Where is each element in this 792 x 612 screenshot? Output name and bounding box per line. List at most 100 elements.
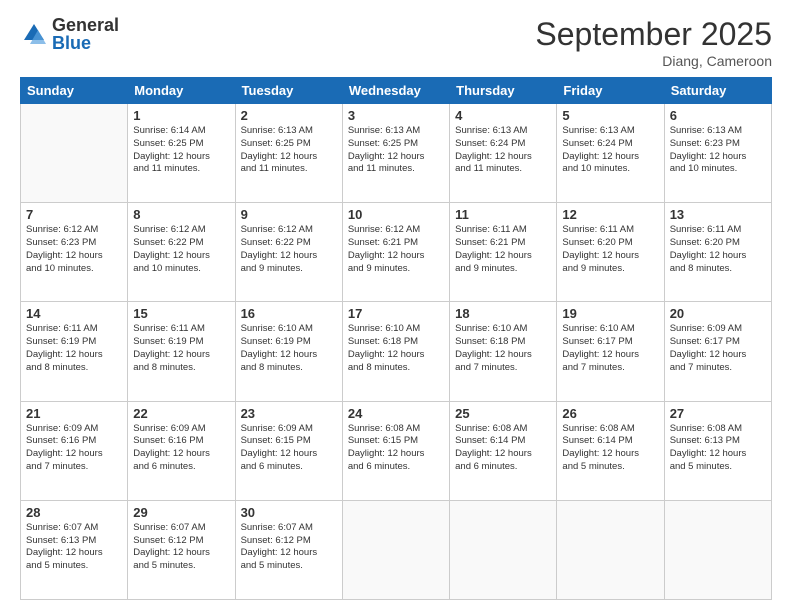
day-info: Sunrise: 6:11 AM Sunset: 6:20 PM Dayligh… bbox=[670, 224, 766, 275]
day-number: 23 bbox=[241, 406, 337, 421]
day-info: Sunrise: 6:08 AM Sunset: 6:14 PM Dayligh… bbox=[455, 423, 551, 474]
table-row: 30 Sunrise: 6:07 AM Sunset: 6:12 PM Dayli… bbox=[235, 500, 342, 599]
day-number: 10 bbox=[348, 207, 444, 222]
table-row: 22 Sunrise: 6:09 AM Sunset: 6:16 PM Dayli… bbox=[128, 401, 235, 500]
day-info: Sunrise: 6:07 AM Sunset: 6:12 PM Dayligh… bbox=[241, 522, 337, 573]
location: Diang, Cameroon bbox=[535, 53, 772, 69]
day-info: Sunrise: 6:09 AM Sunset: 6:16 PM Dayligh… bbox=[26, 423, 122, 474]
calendar-week-row: 7 Sunrise: 6:12 AM Sunset: 6:23 PM Daylig… bbox=[21, 203, 772, 302]
title-block: September 2025 Diang, Cameroon bbox=[535, 16, 772, 69]
calendar-week-row: 21 Sunrise: 6:09 AM Sunset: 6:16 PM Dayli… bbox=[21, 401, 772, 500]
day-number: 6 bbox=[670, 108, 766, 123]
day-info: Sunrise: 6:08 AM Sunset: 6:15 PM Dayligh… bbox=[348, 423, 444, 474]
table-row bbox=[557, 500, 664, 599]
day-info: Sunrise: 6:12 AM Sunset: 6:21 PM Dayligh… bbox=[348, 224, 444, 275]
table-row: 12 Sunrise: 6:11 AM Sunset: 6:20 PM Dayli… bbox=[557, 203, 664, 302]
month-title: September 2025 bbox=[535, 16, 772, 53]
header: General Blue September 2025 Diang, Camer… bbox=[20, 16, 772, 69]
calendar-week-row: 14Sunrise: 6:11 AM Sunset: 6:19 PM Dayli… bbox=[21, 302, 772, 401]
table-row: 9 Sunrise: 6:12 AM Sunset: 6:22 PM Daylig… bbox=[235, 203, 342, 302]
col-sunday: Sunday bbox=[21, 78, 128, 104]
day-number: 28 bbox=[26, 505, 122, 520]
table-row: 10 Sunrise: 6:12 AM Sunset: 6:21 PM Dayli… bbox=[342, 203, 449, 302]
table-row: 21 Sunrise: 6:09 AM Sunset: 6:16 PM Dayli… bbox=[21, 401, 128, 500]
day-number: 25 bbox=[455, 406, 551, 421]
day-number: 16 bbox=[241, 306, 337, 321]
col-friday: Friday bbox=[557, 78, 664, 104]
col-tuesday: Tuesday bbox=[235, 78, 342, 104]
day-info: Sunrise: 6:13 AM Sunset: 6:24 PM Dayligh… bbox=[455, 125, 551, 176]
day-info: Sunrise: 6:09 AM Sunset: 6:16 PM Dayligh… bbox=[133, 423, 229, 474]
day-number: 8 bbox=[133, 207, 229, 222]
table-row: 7 Sunrise: 6:12 AM Sunset: 6:23 PM Daylig… bbox=[21, 203, 128, 302]
day-info: Sunrise: 6:07 AM Sunset: 6:13 PM Dayligh… bbox=[26, 522, 122, 573]
logo: General Blue bbox=[20, 16, 119, 52]
day-number: 30 bbox=[241, 505, 337, 520]
day-number: 11 bbox=[455, 207, 551, 222]
table-row: 28 Sunrise: 6:07 AM Sunset: 6:13 PM Dayli… bbox=[21, 500, 128, 599]
day-number: 21 bbox=[26, 406, 122, 421]
calendar-header-row: Sunday Monday Tuesday Wednesday Thursday… bbox=[21, 78, 772, 104]
day-info: Sunrise: 6:13 AM Sunset: 6:23 PM Dayligh… bbox=[670, 125, 766, 176]
table-row: 17Sunrise: 6:10 AM Sunset: 6:18 PM Dayli… bbox=[342, 302, 449, 401]
table-row bbox=[21, 104, 128, 203]
day-number: 7 bbox=[26, 207, 122, 222]
day-info: Sunrise: 6:07 AM Sunset: 6:12 PM Dayligh… bbox=[133, 522, 229, 573]
calendar: Sunday Monday Tuesday Wednesday Thursday… bbox=[20, 77, 772, 600]
day-info: Sunrise: 6:12 AM Sunset: 6:22 PM Dayligh… bbox=[133, 224, 229, 275]
day-info: Sunrise: 6:13 AM Sunset: 6:25 PM Dayligh… bbox=[241, 125, 337, 176]
day-number: 19 bbox=[562, 306, 658, 321]
table-row: 19 Sunrise: 6:10 AM Sunset: 6:17 PM Dayli… bbox=[557, 302, 664, 401]
table-row bbox=[450, 500, 557, 599]
table-row: 25 Sunrise: 6:08 AM Sunset: 6:14 PM Dayli… bbox=[450, 401, 557, 500]
day-info: Sunrise: 6:10 AM Sunset: 6:18 PM Dayligh… bbox=[455, 323, 551, 374]
table-row: 1Sunrise: 6:14 AM Sunset: 6:25 PM Daylig… bbox=[128, 104, 235, 203]
table-row: 26 Sunrise: 6:08 AM Sunset: 6:14 PM Dayli… bbox=[557, 401, 664, 500]
day-number: 22 bbox=[133, 406, 229, 421]
table-row: 14Sunrise: 6:11 AM Sunset: 6:19 PM Dayli… bbox=[21, 302, 128, 401]
day-info: Sunrise: 6:10 AM Sunset: 6:17 PM Dayligh… bbox=[562, 323, 658, 374]
day-info: Sunrise: 6:13 AM Sunset: 6:24 PM Dayligh… bbox=[562, 125, 658, 176]
day-number: 29 bbox=[133, 505, 229, 520]
day-info: Sunrise: 6:08 AM Sunset: 6:13 PM Dayligh… bbox=[670, 423, 766, 474]
col-monday: Monday bbox=[128, 78, 235, 104]
day-number: 5 bbox=[562, 108, 658, 123]
table-row: 16Sunrise: 6:10 AM Sunset: 6:19 PM Dayli… bbox=[235, 302, 342, 401]
table-row: 13 Sunrise: 6:11 AM Sunset: 6:20 PM Dayli… bbox=[664, 203, 771, 302]
table-row: 24 Sunrise: 6:08 AM Sunset: 6:15 PM Dayli… bbox=[342, 401, 449, 500]
day-number: 27 bbox=[670, 406, 766, 421]
table-row: 27 Sunrise: 6:08 AM Sunset: 6:13 PM Dayli… bbox=[664, 401, 771, 500]
col-thursday: Thursday bbox=[450, 78, 557, 104]
day-info: Sunrise: 6:12 AM Sunset: 6:22 PM Dayligh… bbox=[241, 224, 337, 275]
table-row: 8 Sunrise: 6:12 AM Sunset: 6:22 PM Daylig… bbox=[128, 203, 235, 302]
day-info: Sunrise: 6:09 AM Sunset: 6:15 PM Dayligh… bbox=[241, 423, 337, 474]
day-number: 18 bbox=[455, 306, 551, 321]
col-wednesday: Wednesday bbox=[342, 78, 449, 104]
day-number: 4 bbox=[455, 108, 551, 123]
table-row: 3Sunrise: 6:13 AM Sunset: 6:25 PM Daylig… bbox=[342, 104, 449, 203]
day-info: Sunrise: 6:11 AM Sunset: 6:19 PM Dayligh… bbox=[26, 323, 122, 374]
table-row bbox=[664, 500, 771, 599]
day-number: 1 bbox=[133, 108, 229, 123]
day-info: Sunrise: 6:09 AM Sunset: 6:17 PM Dayligh… bbox=[670, 323, 766, 374]
table-row: 23 Sunrise: 6:09 AM Sunset: 6:15 PM Dayli… bbox=[235, 401, 342, 500]
table-row: 20 Sunrise: 6:09 AM Sunset: 6:17 PM Dayli… bbox=[664, 302, 771, 401]
day-number: 20 bbox=[670, 306, 766, 321]
day-info: Sunrise: 6:11 AM Sunset: 6:19 PM Dayligh… bbox=[133, 323, 229, 374]
day-number: 26 bbox=[562, 406, 658, 421]
day-info: Sunrise: 6:08 AM Sunset: 6:14 PM Dayligh… bbox=[562, 423, 658, 474]
table-row: 2Sunrise: 6:13 AM Sunset: 6:25 PM Daylig… bbox=[235, 104, 342, 203]
table-row: 6 Sunrise: 6:13 AM Sunset: 6:23 PM Daylig… bbox=[664, 104, 771, 203]
table-row: 4 Sunrise: 6:13 AM Sunset: 6:24 PM Daylig… bbox=[450, 104, 557, 203]
calendar-week-row: 28 Sunrise: 6:07 AM Sunset: 6:13 PM Dayli… bbox=[21, 500, 772, 599]
day-number: 9 bbox=[241, 207, 337, 222]
day-info: Sunrise: 6:11 AM Sunset: 6:21 PM Dayligh… bbox=[455, 224, 551, 275]
day-number: 13 bbox=[670, 207, 766, 222]
table-row: 15Sunrise: 6:11 AM Sunset: 6:19 PM Dayli… bbox=[128, 302, 235, 401]
day-number: 24 bbox=[348, 406, 444, 421]
day-info: Sunrise: 6:11 AM Sunset: 6:20 PM Dayligh… bbox=[562, 224, 658, 275]
logo-general-text: General bbox=[52, 16, 119, 34]
day-number: 12 bbox=[562, 207, 658, 222]
day-info: Sunrise: 6:12 AM Sunset: 6:23 PM Dayligh… bbox=[26, 224, 122, 275]
day-info: Sunrise: 6:13 AM Sunset: 6:25 PM Dayligh… bbox=[348, 125, 444, 176]
